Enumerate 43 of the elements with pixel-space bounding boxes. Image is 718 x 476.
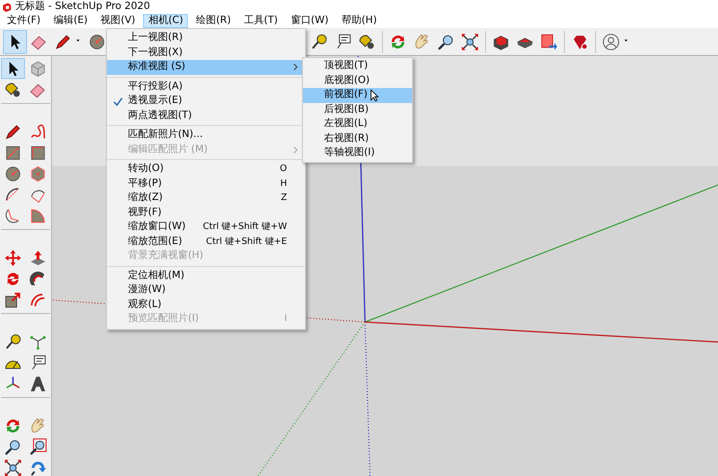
window-title: 无标题 - SketchUp Pro 2020 <box>15 0 150 12</box>
menu-item[interactable]: 匹配新照片(N)... <box>107 128 305 142</box>
menu-item[interactable]: 底视图(O) <box>303 74 412 88</box>
menu-item[interactable]: 右视图(R) <box>303 132 412 146</box>
check-mark-icon <box>112 96 122 106</box>
menu-item[interactable]: 上一视图(R) <box>107 31 305 46</box>
shortcut-text: Z <box>280 192 287 204</box>
menu-item[interactable]: 透视显示(E) <box>107 94 305 108</box>
menu-bar-item[interactable]: 视图(V) <box>96 14 140 28</box>
menu-item[interactable]: 两点透视图(T) <box>107 108 305 123</box>
shortcut-text: Ctrl 键+Shift 键+E <box>206 236 287 248</box>
menu-item[interactable]: 后视图(B) <box>303 102 412 117</box>
shortcut-text: H <box>280 178 287 190</box>
menu-item[interactable]: 标准视图 (S) <box>107 60 305 74</box>
shortcut-text: Ctrl 键+Shift 键+W <box>202 221 287 234</box>
menu-bar-item[interactable]: 工具(T) <box>238 14 283 28</box>
shortcut-text: I <box>284 313 287 326</box>
menu-item[interactable]: 漫游(W) <box>107 283 305 298</box>
menu-bar-item[interactable]: 窗口(W) <box>286 14 334 28</box>
menu-item[interactable]: 下一视图(X) <box>107 46 305 60</box>
menu-bar-item[interactable]: 文件(F) <box>2 14 46 28</box>
chevron-right-icon <box>292 146 298 154</box>
menu-item[interactable]: 定位相机(M) <box>107 268 305 283</box>
menu-item[interactable]: 转动(O) O <box>107 162 305 176</box>
menu-item[interactable]: 等轴视图(I) <box>303 146 412 160</box>
menu-item[interactable]: 缩放窗口(W) Ctrl 键+Shift 键+W <box>107 220 305 234</box>
menu-item[interactable]: 平行投影(A) <box>107 80 305 94</box>
menu-bar-item[interactable]: 帮助(H) <box>336 14 382 28</box>
menu-bar-item[interactable]: 编辑(E) <box>48 14 93 28</box>
app-logo-icon <box>2 2 12 12</box>
menu-item[interactable]: 左视图(L) <box>303 117 412 132</box>
mouse-cursor-icon <box>368 88 379 102</box>
shortcut-text: O <box>280 163 287 176</box>
menu-item[interactable]: 缩放(Z) Z <box>107 191 305 206</box>
menu-item[interactable]: 顶视图(T) <box>303 59 412 74</box>
chevron-right-icon <box>292 63 298 72</box>
menu-item[interactable]: 视野(F) <box>107 206 305 220</box>
menu-item[interactable]: 平移(P) H <box>107 176 305 191</box>
menu-item[interactable]: 前视图(F) <box>303 88 412 102</box>
menu-bar-item[interactable]: 相机(C) <box>143 14 188 28</box>
menu-item[interactable]: 观察(L) <box>107 298 305 312</box>
menu-bar-item[interactable]: 绘图(R) <box>191 14 236 28</box>
menu-item[interactable]: 缩放范围(E) Ctrl 键+Shift 键+E <box>107 234 305 249</box>
